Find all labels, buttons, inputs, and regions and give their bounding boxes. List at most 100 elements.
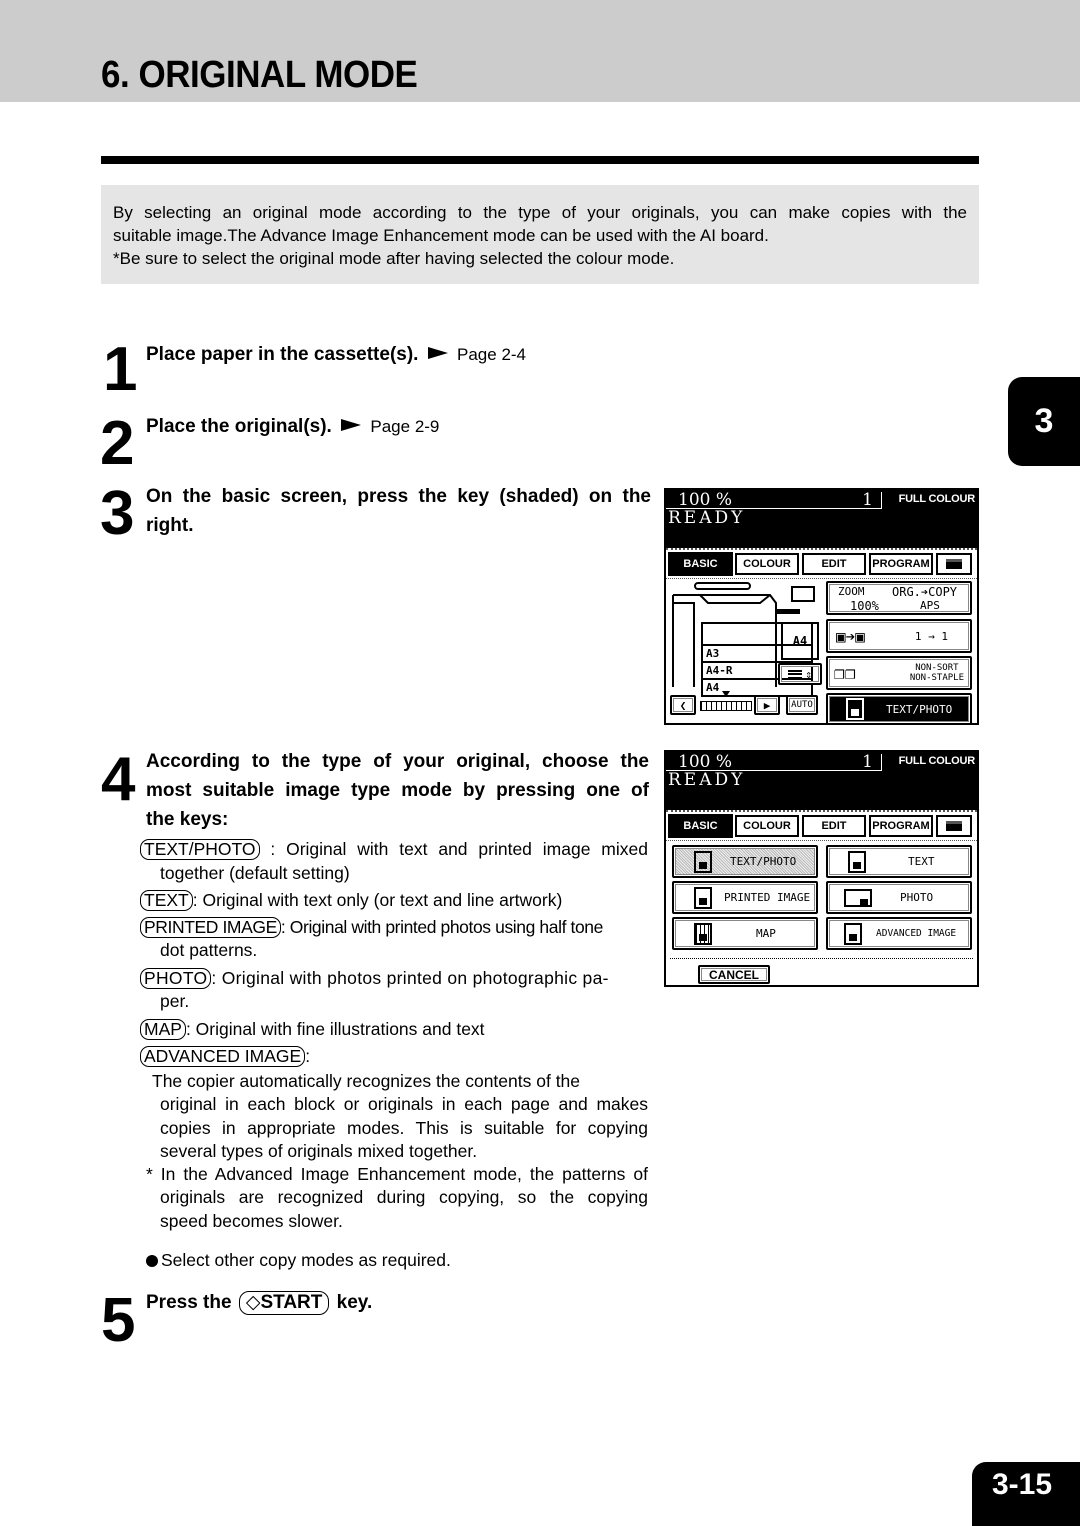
key-def-row: MAP: Original with fine illustrations an… xyxy=(140,1018,648,1042)
intro-line: suitable image.The Advance Image Enhance… xyxy=(113,226,769,245)
note-line: * In the Advanced Image Enhancement mode… xyxy=(146,1164,648,1185)
mode-button-printed-image[interactable]: PRINTED IMAGE xyxy=(672,881,818,914)
lcd-zoom-readout: 100 % 1 xyxy=(666,754,882,771)
key-printed-image: PRINTED IMAGE xyxy=(140,916,281,938)
text-document-icon xyxy=(848,850,866,873)
lcd-modes-body: TEXT/PHOTO TEXT PRINTED IMAGE PHOTO MAP … xyxy=(666,841,977,989)
step-number: 2 xyxy=(100,409,135,478)
bypass-tray[interactable]: A4 xyxy=(781,622,819,660)
tab-template[interactable] xyxy=(936,815,972,837)
step-text: Place paper in the cassette(s). xyxy=(146,344,419,365)
mode-button-map[interactable]: MAP xyxy=(672,917,818,950)
key-description: : Original with printed photos using hal… xyxy=(280,916,603,937)
key-description: : Original with photos printed on photog… xyxy=(211,967,609,988)
page-number: 3-15 xyxy=(972,1462,1080,1526)
desc-line: several types of originals mixed togethe… xyxy=(160,1140,478,1161)
tab-program[interactable]: PROGRAM xyxy=(869,815,933,837)
ready-status: READY xyxy=(668,770,746,790)
density-auto-button[interactable]: AUTO xyxy=(786,695,818,715)
photo-icon xyxy=(844,888,872,907)
step-text: According to the type of your original, … xyxy=(146,751,649,772)
key-description: : Original with text only (or text and l… xyxy=(192,890,563,910)
tab-basic[interactable]: BASIC xyxy=(668,814,733,838)
key-def-row: together (default setting) xyxy=(160,862,350,883)
key-advanced-image: ADVANCED IMAGE xyxy=(140,1046,306,1067)
duplex-label: 1 → 1 xyxy=(914,629,948,643)
mode-label: PRINTED IMAGE xyxy=(724,891,811,904)
zoom-percent: 100% xyxy=(850,599,879,613)
sort-icon: ❐❐ xyxy=(834,662,856,684)
mode-label: TEXT xyxy=(908,855,935,868)
mode-label: ADVANCED IMAGE xyxy=(876,928,957,939)
key-description: : xyxy=(305,1046,311,1066)
mode-button-photo[interactable]: PHOTO xyxy=(826,881,972,914)
lcd-tabs: BASIC COLOUR EDIT PROGRAM xyxy=(666,810,977,841)
density-lighter-button[interactable]: ❮ xyxy=(670,695,696,715)
desc-line: original in each block or originals in e… xyxy=(160,1094,648,1115)
finisher-button[interactable]: ❐❐ NON-SORT NON-STAPLE xyxy=(826,656,972,690)
tab-colour[interactable]: COLOUR xyxy=(735,815,799,837)
zoom-label: ZOOM xyxy=(838,585,865,598)
key-def-row: per. xyxy=(160,991,190,1011)
lcd-mode-screen: 100 % 1 FULL COLOUR READY BASIC COLOUR E… xyxy=(664,750,979,987)
lcd-status-area: 100 % 1 FULL COLOUR READY xyxy=(666,490,977,548)
page-reference-link[interactable]: Page 2-9 xyxy=(370,417,439,436)
finisher-label: NON-SORT NON-STAPLE xyxy=(910,663,964,683)
start-key: ◇START xyxy=(238,1291,330,1315)
note-line: speed becomes slower. xyxy=(160,1210,343,1231)
tab-edit[interactable]: EDIT xyxy=(802,553,866,575)
mode-label: TEXT/PHOTO xyxy=(730,855,797,868)
template-icon xyxy=(946,559,962,569)
mode-label: PHOTO xyxy=(900,891,934,904)
tab-colour[interactable]: COLOUR xyxy=(735,553,799,575)
step-number: 3 xyxy=(100,479,135,548)
key-def-row: TEXT/PHOTO : Original with text and prin… xyxy=(140,838,648,862)
mode-label: MAP xyxy=(756,927,776,940)
text-photo-icon xyxy=(694,850,712,873)
density-scale[interactable] xyxy=(700,701,752,711)
key-def-row: PRINTED IMAGE: Original with printed pho… xyxy=(140,916,648,940)
up-down-icon: ⇕ xyxy=(805,667,812,681)
original-mode-button[interactable]: TEXT/PHOTO xyxy=(826,693,972,725)
triangle-right-icon: ▶ xyxy=(763,698,771,712)
step-text: right. xyxy=(146,515,194,536)
key-description: : Original with text and printed image m… xyxy=(259,839,648,859)
zoom-value: 100 % xyxy=(678,490,733,510)
non-sort-label: NON-SORT xyxy=(915,663,959,673)
step-heading: Place paper in the cassette(s). Page 2-4 xyxy=(146,340,526,369)
key-def-row: dot patterns. xyxy=(160,940,258,960)
step-number: 5 xyxy=(101,1286,136,1355)
mode-button-text-photo[interactable]: TEXT/PHOTO xyxy=(672,845,818,878)
tab-basic[interactable]: BASIC xyxy=(668,552,733,576)
step-heading: On the basic screen, press the key (shad… xyxy=(146,482,651,540)
start-diamond-icon: ◇ xyxy=(245,1292,261,1313)
chapter-tab[interactable]: 3 xyxy=(1008,377,1080,466)
advanced-image-description: The copier automatically recognizes the … xyxy=(146,1070,648,1233)
tab-program[interactable]: PROGRAM xyxy=(869,553,933,575)
key-definitions: TEXT/PHOTO : Original with text and prin… xyxy=(140,838,648,1069)
note-line: originals are recognized during copying,… xyxy=(160,1187,648,1208)
desc-line: The copier automatically recognizes the … xyxy=(152,1071,581,1091)
intro-line: By selecting an original mode according … xyxy=(113,203,967,222)
mode-button-text[interactable]: TEXT xyxy=(826,845,972,878)
copy-count: 1 xyxy=(862,752,873,772)
cancel-button[interactable]: CANCEL xyxy=(698,965,770,984)
density-pointer-icon xyxy=(722,691,730,697)
colour-mode-indicator: FULL COLOUR xyxy=(898,755,976,767)
duplex-button[interactable]: ▣➔▣ 1 → 1 xyxy=(826,619,972,653)
page-ref-arrow-icon xyxy=(427,347,448,360)
step-text: On the basic screen, press the key (shad… xyxy=(146,486,651,507)
tray-select-button[interactable]: ⇕ xyxy=(778,663,822,685)
intro-note: *Be sure to select the original mode aft… xyxy=(113,249,675,268)
lcd-basic-screen: 100 % 1 FULL COLOUR READY BASIC COLOUR E… xyxy=(664,488,979,725)
mode-button-advanced-image[interactable]: ADVANCED IMAGE xyxy=(826,917,972,950)
density-darker-button[interactable]: ▶ xyxy=(754,695,780,715)
step-heading: Place the original(s). Page 2-9 xyxy=(146,412,439,441)
zoom-button[interactable]: ZOOM 100% ORG.➔COPY APS xyxy=(826,581,972,615)
advanced-image-icon xyxy=(844,922,862,945)
tab-edit[interactable]: EDIT xyxy=(802,815,866,837)
tab-template[interactable] xyxy=(936,553,972,575)
page-ref-arrow-icon xyxy=(341,419,362,432)
org-copy-label: ORG.➔COPY xyxy=(892,585,958,599)
page-reference-link[interactable]: Page 2-4 xyxy=(457,345,526,364)
